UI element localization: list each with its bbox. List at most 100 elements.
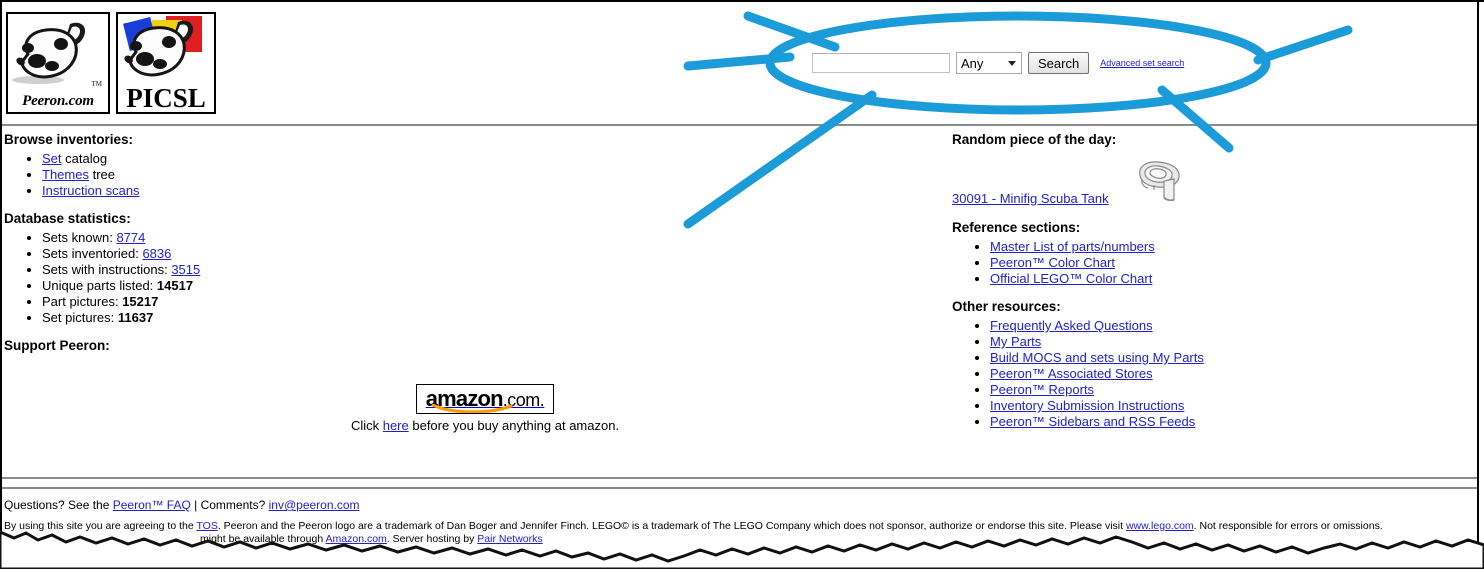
set-catalog-link[interactable]: Set — [42, 151, 62, 166]
stat-label: Sets with instructions: — [42, 262, 172, 277]
themes-tree-link[interactable]: Themes — [42, 167, 89, 182]
table-row: Sets with instructions: 3515 — [42, 262, 624, 278]
advanced-set-search-link[interactable]: Advanced set search — [1100, 58, 1184, 68]
sidebars-rss-link[interactable]: Peeron™ Sidebars and RSS Feeds — [990, 414, 1195, 429]
list-item: Inventory Submission Instructions — [990, 398, 1452, 414]
minifig-scuba-tank-part-image — [1139, 161, 1180, 201]
annotation-line-upper-left — [743, 11, 840, 52]
inventory-submission-link[interactable]: Inventory Submission Instructions — [990, 398, 1184, 413]
footer-legal-a: By using this site you are agreeing to t… — [4, 520, 197, 532]
amazon-logo-link[interactable]: amazon.com. — [415, 384, 555, 414]
faq-link[interactable]: Frequently Asked Questions — [990, 318, 1153, 333]
amazon-caption-before: Click — [350, 418, 383, 433]
footer-email-link[interactable]: inv@peeron.com — [269, 498, 360, 512]
peeron-reports-link[interactable]: Peeron™ Reports — [990, 382, 1094, 397]
list-item: Master List of parts/numbers — [990, 239, 1452, 255]
annotation-line-lower-left — [683, 90, 877, 229]
divider-footer-bottom — [2, 487, 1477, 489]
database-statistics-heading: Database statistics: — [4, 211, 131, 226]
reference-sections-heading: Reference sections: — [952, 220, 1081, 235]
stat-value-sets-with-instructions[interactable]: 3515 — [171, 262, 200, 277]
footer-contact-line: Questions? See the Peeron™ FAQ | Comment… — [4, 498, 360, 512]
list-item: Peeron™ Color Chart — [990, 255, 1452, 271]
list-item: Frequently Asked Questions — [990, 318, 1452, 334]
picsl-logo-caption: PICSL — [126, 83, 206, 113]
official-lego-color-chart-link[interactable]: Official LEGO™ Color Chart — [990, 271, 1152, 286]
peeron-logo[interactable]: TM Peeron.com — [6, 12, 110, 114]
browse-inventories-heading: Browse inventories: — [4, 132, 134, 147]
footer-legal-e: . Server hosting by — [386, 533, 478, 545]
search-scope-value: Any — [961, 55, 984, 71]
footer-legal-line-1: By using this site you are agreeing to t… — [4, 519, 1478, 533]
table-row: Sets inventoried: 6836 — [42, 246, 624, 262]
list-item: Peeron™ Reports — [990, 382, 1452, 398]
footer-separator: | — [190, 498, 201, 512]
list-item: Set catalog — [42, 151, 624, 167]
list-item: Peeron™ Sidebars and RSS Feeds — [990, 414, 1452, 430]
peeron-color-chart-link[interactable]: Peeron™ Color Chart — [990, 255, 1115, 270]
site-logos: TM Peeron.com PICSL — [6, 12, 216, 114]
list-item: Build MOCS and sets using My Parts — [990, 350, 1452, 366]
table-row: Unique parts listed: 14517 — [42, 278, 624, 294]
my-parts-link[interactable]: My Parts — [990, 334, 1041, 349]
master-list-link[interactable]: Master List of parts/numbers — [990, 239, 1155, 254]
footer-lego-link[interactable]: www.lego.com — [1126, 520, 1194, 532]
page-border-right — [1477, 0, 1479, 552]
list-item: Themes tree — [42, 167, 624, 183]
stat-label: Sets known: — [42, 230, 117, 245]
random-piece-link[interactable]: 30091 - Minifig Scuba Tank — [952, 191, 1109, 206]
peeron-rabbit-icon — [12, 22, 86, 84]
footer-legal-b: . Peeron and the Peeron logo are a trade… — [217, 520, 1126, 532]
divider-header — [2, 124, 1477, 126]
search-button[interactable]: Search — [1028, 52, 1090, 74]
footer-tos-link[interactable]: TOS — [196, 520, 217, 532]
stat-value-sets-known[interactable]: 8774 — [116, 230, 145, 245]
stat-value-part-pictures: 15217 — [122, 294, 159, 309]
search-cluster: Any Search Advanced set search — [812, 52, 1184, 74]
footer-faq-link[interactable]: Peeron™ FAQ — [113, 498, 191, 512]
footer-comments-text: Comments? — [200, 498, 269, 512]
search-scope-select[interactable]: Any — [956, 52, 1022, 74]
table-row: Part pictures: 15217 — [42, 294, 624, 310]
picsl-logo[interactable]: PICSL — [116, 12, 216, 114]
search-input[interactable] — [812, 53, 950, 73]
stat-value-sets-inventoried[interactable]: 6836 — [142, 246, 171, 261]
page-border-top — [0, 0, 1484, 2]
table-row: Sets known: 8774 — [42, 230, 624, 246]
footer-questions-text: Questions? See the — [4, 498, 113, 512]
footer-legal-line-2: might be available through Amazon.com. S… — [200, 532, 543, 546]
annotation-line-left — [683, 52, 795, 71]
table-row: Set pictures: 11637 — [42, 310, 624, 326]
page-root: TM Peeron.com PICSL Any Search Advanced … — [0, 0, 1484, 569]
amazon-support-block: amazon.com. Click here before you buy an… — [350, 384, 620, 433]
list-item: Instruction scans — [42, 183, 624, 199]
other-resources-heading: Other resources: — [952, 299, 1061, 314]
list-item-suffix: tree — [88, 167, 115, 182]
associated-stores-link[interactable]: Peeron™ Associated Stores — [990, 366, 1153, 381]
footer-amazon-link[interactable]: Amazon.com — [326, 533, 387, 545]
amazon-here-link[interactable]: here — [383, 418, 409, 433]
stat-value-set-pictures: 11637 — [117, 310, 154, 325]
database-statistics-list: Sets known: 8774 Sets inventoried: 6836 … — [4, 230, 624, 326]
instruction-scans-link[interactable]: Instruction scans — [42, 183, 140, 198]
amazon-caption-after: before you buy anything at amazon. — [408, 418, 620, 433]
left-column: Browse inventories: Set catalog Themes t… — [4, 132, 624, 355]
build-mocs-link[interactable]: Build MOCS and sets using My Parts — [990, 350, 1204, 365]
reference-sections-list: Master List of parts/numbers Peeron™ Col… — [952, 239, 1452, 287]
chevron-down-icon — [1008, 60, 1016, 66]
list-item: My Parts — [990, 334, 1452, 350]
peeron-tm-mark: TM — [91, 80, 103, 88]
browse-inventories-list: Set catalog Themes tree Instruction scan… — [4, 151, 624, 199]
support-peeron-heading: Support Peeron: — [4, 338, 110, 353]
footer-legal-d: might be available through — [200, 533, 326, 545]
list-item-suffix: catalog — [61, 151, 108, 166]
stat-label: Unique parts listed: — [42, 278, 157, 293]
stat-label: Part pictures: — [42, 294, 123, 309]
stat-label: Sets inventoried: — [42, 246, 143, 261]
amazon-smile-icon — [431, 404, 513, 413]
stat-label: Set pictures: — [42, 310, 118, 325]
divider-footer-top — [2, 477, 1477, 479]
right-column: Random piece of the day: 30091 - Minifig… — [952, 132, 1452, 442]
picsl-rabbit-icon — [123, 16, 202, 77]
footer-pair-networks-link[interactable]: Pair Networks — [477, 533, 542, 545]
